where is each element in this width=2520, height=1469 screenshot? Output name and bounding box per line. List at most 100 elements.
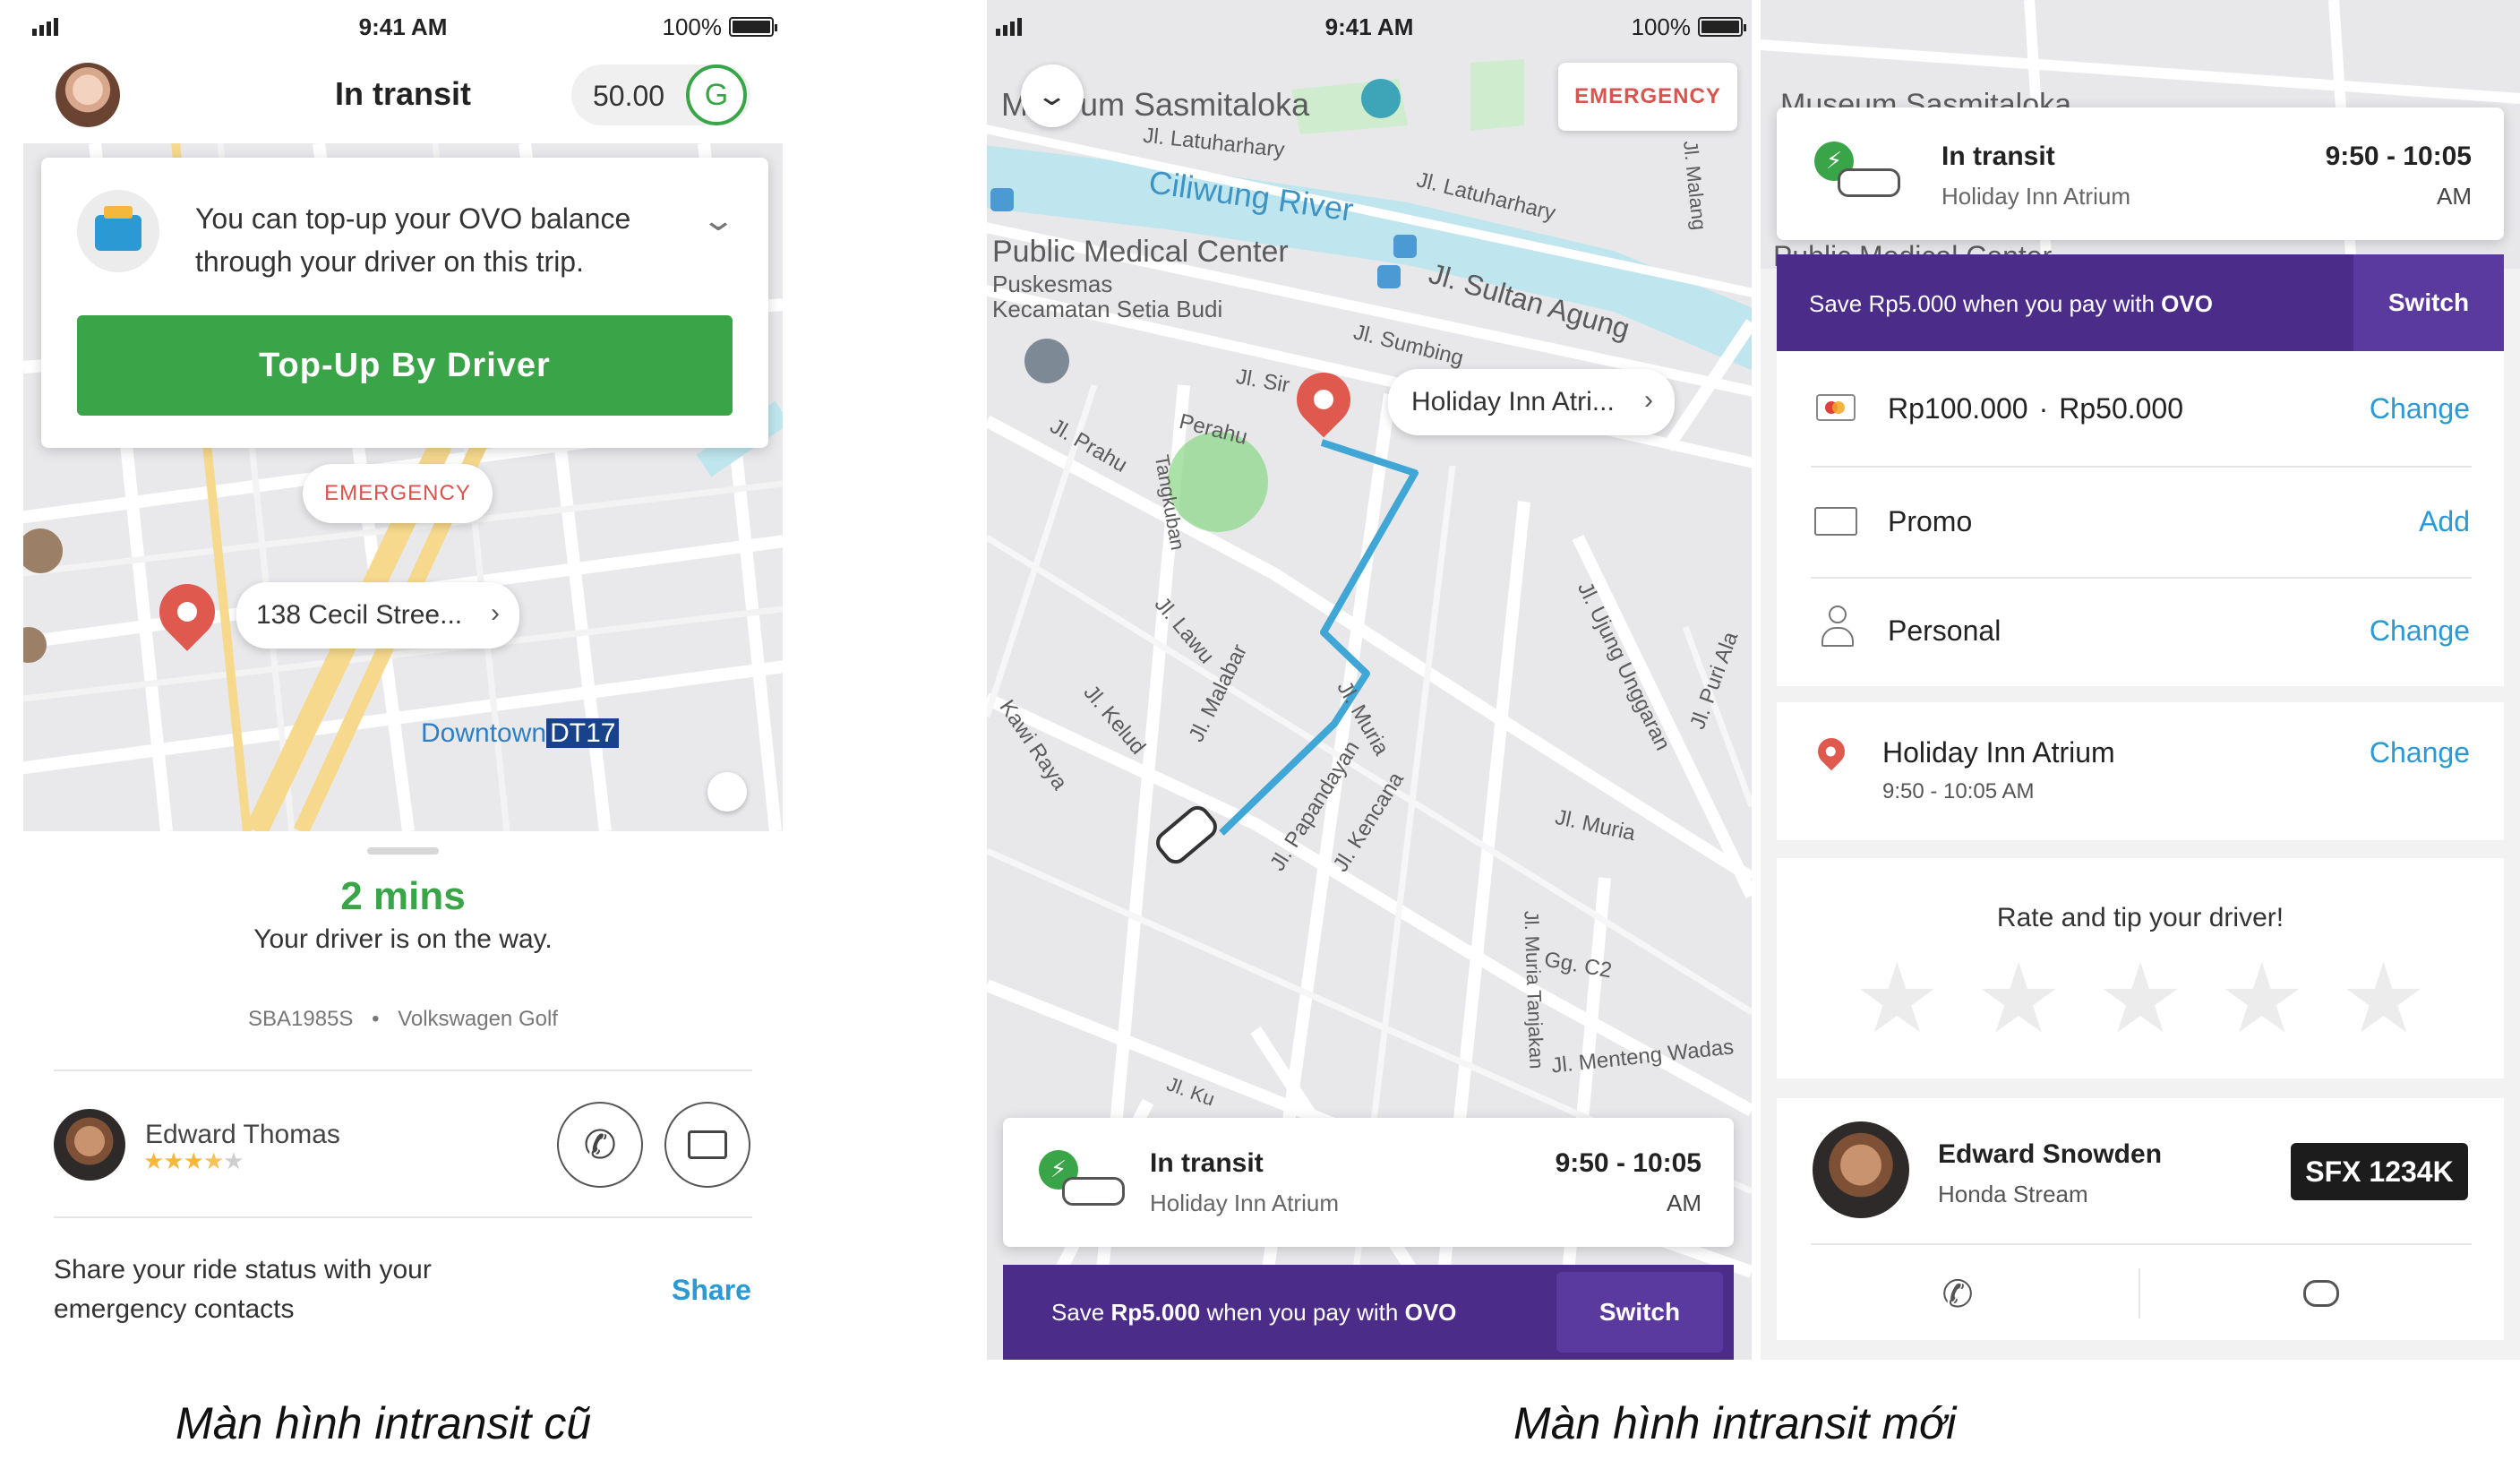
transit-card[interactable]: ⚡ In transit Holiday Inn Atrium 9:50 - 1… xyxy=(1003,1118,1734,1247)
new-detail-screen: Museum Sasmitaloka Public Medical Center… xyxy=(1761,0,2520,1360)
payment-change-link[interactable]: Change xyxy=(2370,392,2470,425)
old-status-bar: 9:41 AM 100% xyxy=(23,0,783,54)
driver-avatar[interactable] xyxy=(54,1109,125,1181)
payment-row[interactable]: Rp100.000 · Rp50.000 Change xyxy=(1777,351,2504,466)
divider xyxy=(54,1216,752,1218)
transit-time: 9:50 - 10:05 xyxy=(1555,1148,1701,1178)
profile-row[interactable]: Personal Change xyxy=(1777,579,2504,686)
destination-label: 138 Cecil Stree... xyxy=(256,600,463,630)
divider xyxy=(1811,1243,2472,1245)
rating-title: Rate and tip your driver! xyxy=(1996,903,2284,932)
topup-by-driver-button[interactable]: Top-Up By Driver xyxy=(77,315,733,416)
credit-card-icon xyxy=(1816,394,1856,421)
destination-card[interactable]: Holiday Inn Atrium 9:50 - 10:05 AM Chang… xyxy=(1777,702,2504,840)
points-badge[interactable]: 50.00 G xyxy=(571,64,750,125)
license-plate: SFX 1234K xyxy=(2291,1143,2468,1200)
topup-message: You can top-up your OVO balance through … xyxy=(195,202,631,278)
eta-subtitle: Your driver is on the way. xyxy=(253,924,553,954)
map-label-medical: Public Medical Center xyxy=(992,235,1289,269)
share-button[interactable]: Share xyxy=(672,1274,751,1307)
star-icon[interactable]: ★ xyxy=(1976,946,2062,1053)
gopoints-icon: G xyxy=(686,64,747,125)
destination-callout[interactable]: Holiday Inn Atri... › xyxy=(1388,369,1675,435)
phone-icon: ✆ xyxy=(1941,1271,1974,1316)
caption-old: Màn hình intransit cũ xyxy=(176,1398,592,1448)
old-screen: 9:41 AM 100% In transit 50.00 G EMERGENC… xyxy=(23,0,783,1353)
phone-icon: ✆ xyxy=(583,1121,617,1168)
rating-stars: ★ ★ ★ ★ ★ xyxy=(1854,946,2427,1053)
transit-destination: Holiday Inn Atrium xyxy=(1941,183,2130,210)
battery-percent: 100% xyxy=(1631,13,1692,40)
promo-row[interactable]: Promo Add xyxy=(1777,468,2504,577)
driver-name: Edward Thomas xyxy=(145,1120,340,1149)
bank-icon xyxy=(1024,339,1069,383)
chat-icon xyxy=(688,1130,727,1159)
map-label-medical-sub: Kecamatan Setia Budi xyxy=(992,296,1223,322)
new-status-bar: 9:41 AM 100% xyxy=(987,0,1752,54)
switch-label: Switch xyxy=(2387,288,2470,316)
profile-change-link[interactable]: Change xyxy=(2370,614,2470,648)
new-map-screen: Museum Sasmitaloka Jl. Latuharhary Ciliw… xyxy=(987,0,1752,1360)
switch-label: Switch xyxy=(1599,1298,1681,1326)
car-status-icon: ⚡ xyxy=(1039,1150,1125,1213)
ovo-banner-text: Save Rp5.000 when you pay with OVO xyxy=(1809,290,2213,317)
share-text: Share your ride status with your emergen… xyxy=(54,1255,432,1324)
collapse-button[interactable]: ⌄ xyxy=(1021,64,1084,127)
rating-card: Rate and tip your driver! ★ ★ ★ ★ ★ xyxy=(1777,858,2504,1078)
bus-stop-icon xyxy=(990,188,1014,211)
person-icon xyxy=(1821,606,1854,650)
topup-card: You can top-up your OVO balance through … xyxy=(41,158,768,448)
vehicle-model: Volkswagen Golf xyxy=(398,1007,558,1031)
traffic-icon[interactable] xyxy=(707,772,747,812)
location-pin-icon xyxy=(1812,732,1851,771)
chevron-down-icon: ⌄ xyxy=(1035,80,1069,112)
chevron-down-icon[interactable]: ⌄ xyxy=(700,202,736,238)
destination-change-link[interactable]: Change xyxy=(2370,736,2470,769)
emergency-button[interactable]: EMERGENCY xyxy=(303,464,493,523)
destination-time: 9:50 - 10:05 AM xyxy=(1882,779,2035,803)
chat-icon xyxy=(2303,1280,2339,1307)
profile-label: Personal xyxy=(1888,614,2001,647)
divider xyxy=(54,1070,752,1071)
transit-time: 9:50 - 10:05 xyxy=(2325,142,2472,171)
caption-new: Màn hình intransit mới xyxy=(1513,1398,1957,1448)
chevron-right-icon: › xyxy=(491,598,500,628)
ovo-banner: Save Rp5.000 when you pay with OVO Switc… xyxy=(1003,1265,1734,1360)
emergency-label: EMERGENCY xyxy=(1574,84,1721,108)
destination-name: Holiday Inn Atrium xyxy=(1882,736,2115,769)
transit-title: In transit xyxy=(1941,142,2055,171)
promo-label: Promo xyxy=(1888,505,1973,537)
star-icon[interactable]: ★ xyxy=(1854,946,1941,1053)
battery-percent: 100% xyxy=(662,13,723,40)
map-station-label: Downtown DT17 xyxy=(421,718,620,749)
chat-button[interactable] xyxy=(664,1102,750,1188)
switch-button[interactable]: Switch xyxy=(2353,254,2504,351)
car-status-icon: ⚡ xyxy=(1814,142,1900,204)
destination-callout[interactable]: 138 Cecil Stree... › xyxy=(236,582,519,649)
promo-add-link[interactable]: Add xyxy=(2419,505,2470,538)
emergency-button[interactable]: EMERGENCY xyxy=(1558,63,1737,131)
bus-stop-icon xyxy=(1377,265,1401,288)
destination-label: Holiday Inn Atri... xyxy=(1411,387,1615,417)
driver-avatar[interactable] xyxy=(1813,1121,1909,1218)
drag-handle[interactable] xyxy=(367,847,439,855)
emergency-label: EMERGENCY xyxy=(324,481,471,505)
star-icon[interactable]: ★ xyxy=(2340,946,2427,1053)
payment-amounts: Rp100.000 · Rp50.000 xyxy=(1888,392,2184,425)
call-button[interactable]: ✆ xyxy=(1777,1247,2139,1340)
ovo-banner: Save Rp5.000 when you pay with OVO Switc… xyxy=(1777,254,2504,351)
chat-button[interactable] xyxy=(2140,1247,2502,1340)
topup-button-label: Top-Up By Driver xyxy=(259,346,551,384)
call-button[interactable]: ✆ xyxy=(557,1102,643,1188)
old-header: In transit 50.00 G xyxy=(23,56,783,143)
driver-name: Edward Snowden xyxy=(1938,1139,2163,1169)
transit-destination: Holiday Inn Atrium xyxy=(1150,1190,1339,1216)
transit-card[interactable]: ⚡ In transit Holiday Inn Atrium 9:50 - 1… xyxy=(1777,107,2504,240)
battery-icon xyxy=(1698,17,1746,37)
transit-time-suffix: AM xyxy=(2437,183,2472,210)
chevron-right-icon: › xyxy=(1644,385,1653,415)
star-icon[interactable]: ★ xyxy=(2218,946,2305,1053)
star-icon[interactable]: ★ xyxy=(2097,946,2184,1053)
driver-rating-stars: ★★★★★ xyxy=(143,1148,244,1175)
switch-button[interactable]: Switch xyxy=(1556,1272,1723,1353)
